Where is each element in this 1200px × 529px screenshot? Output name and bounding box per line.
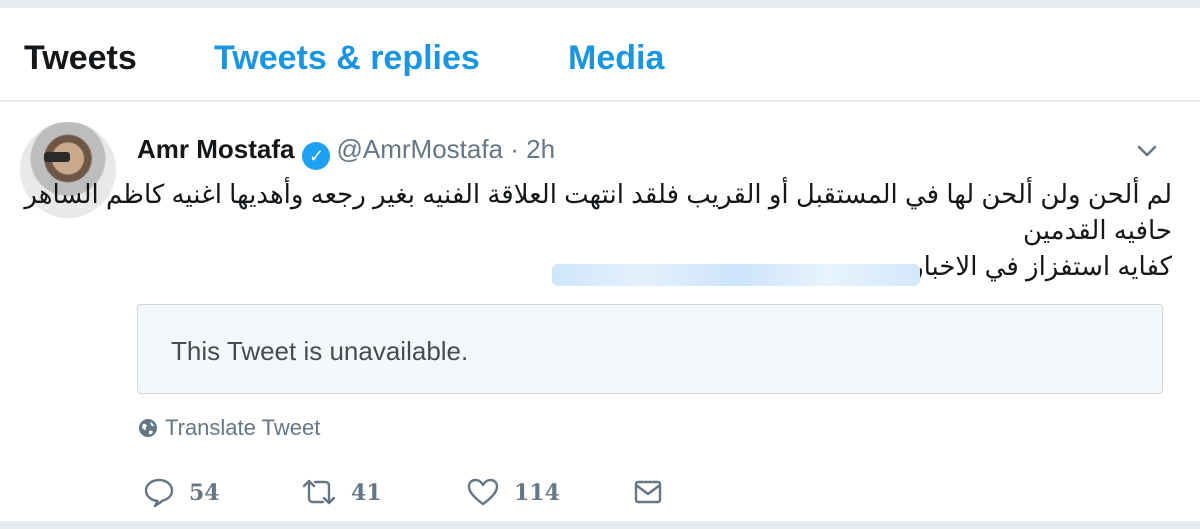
- reply-icon: [144, 478, 174, 508]
- tweet-actions: 54 41 114: [0, 468, 1200, 518]
- like-count: 114: [514, 480, 560, 506]
- chevron-down-icon[interactable]: [1132, 136, 1162, 166]
- like-button[interactable]: 114: [466, 476, 560, 510]
- author-handle[interactable]: @AmrMostafa: [336, 134, 503, 164]
- profile-timeline-card: Tweets Tweets & replies Media Amr Mostaf…: [0, 8, 1200, 521]
- direct-message-button[interactable]: [632, 476, 664, 510]
- verified-badge-icon: ✓: [302, 142, 331, 170]
- quoted-tweet-text: This Tweet is unavailable.: [171, 336, 469, 366]
- tab-media[interactable]: Media: [568, 36, 664, 80]
- reply-button[interactable]: 54: [143, 476, 220, 510]
- tweet-text: لم ألحن ولن ألحن لها في المستقبل أو القر…: [24, 176, 1172, 248]
- header-separator: ·: [510, 134, 519, 164]
- tweet-header: Amr Mostafa ✓ @AmrMostafa · 2h: [137, 134, 555, 170]
- author-name[interactable]: Amr Mostafa: [137, 134, 294, 164]
- retweet-count: 41: [351, 480, 382, 506]
- tweet-timestamp[interactable]: 2h: [526, 134, 555, 164]
- quoted-tweet[interactable]: This Tweet is unavailable.: [137, 304, 1163, 394]
- envelope-icon: [634, 480, 662, 504]
- tab-tweets-and-replies[interactable]: Tweets & replies: [214, 36, 480, 80]
- tab-tweets[interactable]: Tweets: [24, 36, 137, 80]
- tweet-text-line: لم ألحن ولن ألحن لها في المستقبل أو القر…: [24, 179, 1172, 209]
- retweet-button[interactable]: 41: [301, 476, 382, 510]
- tweet-text-line: حافيه القدمين: [1023, 215, 1172, 245]
- globe-icon: [139, 419, 157, 437]
- translate-tweet-link[interactable]: Translate Tweet: [137, 413, 320, 443]
- blurred-link[interactable]: [552, 264, 920, 286]
- profile-tabs: Tweets Tweets & replies Media: [0, 8, 1200, 102]
- reply-count: 54: [189, 480, 220, 506]
- translate-label: Translate Tweet: [165, 415, 321, 440]
- heart-icon: [467, 478, 499, 506]
- retweet-icon: [302, 479, 336, 505]
- tweet-text-line: كفايه استفزاز في الاخبار: [911, 251, 1172, 281]
